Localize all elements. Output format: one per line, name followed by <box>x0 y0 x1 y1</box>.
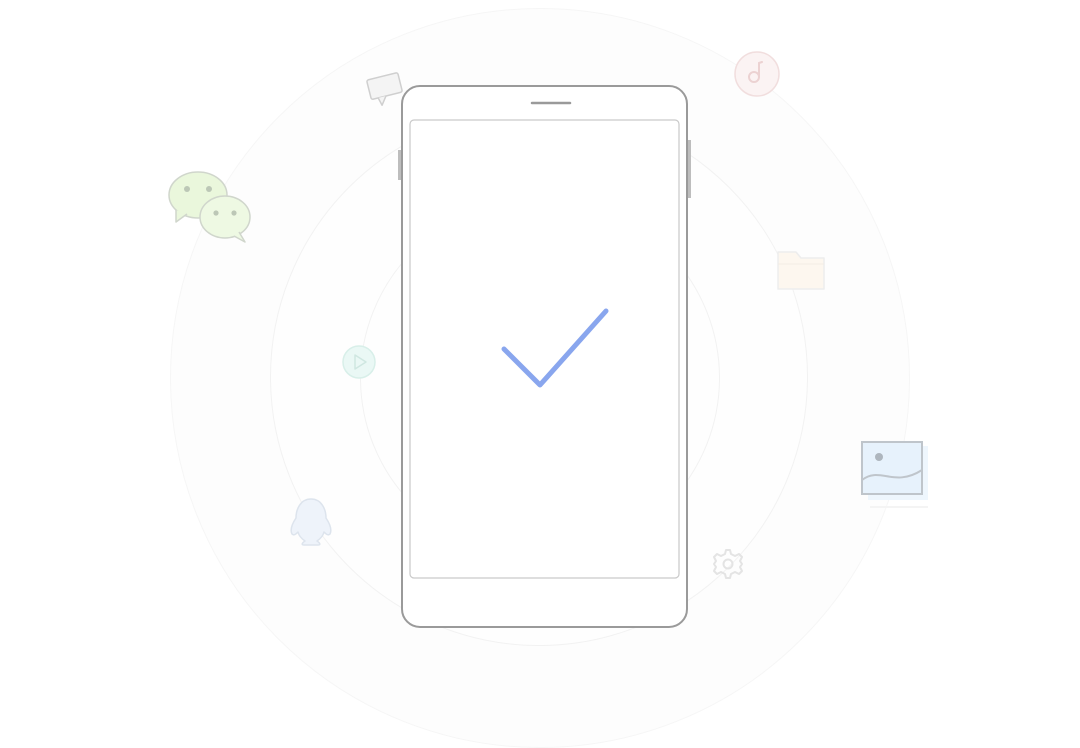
success-checkmark-icon <box>495 302 615 394</box>
phone-side-button-right <box>688 140 691 198</box>
phone-side-button-left <box>398 150 401 180</box>
qq-penguin-icon <box>286 496 336 548</box>
success-illustration <box>0 0 1080 748</box>
image-icon <box>860 440 932 512</box>
gear-icon <box>711 547 745 581</box>
music-note-icon <box>733 50 781 98</box>
wechat-icon <box>166 170 256 246</box>
folder-icon <box>776 248 828 294</box>
chat-bubble-icon <box>364 68 406 108</box>
play-icon <box>341 344 377 380</box>
